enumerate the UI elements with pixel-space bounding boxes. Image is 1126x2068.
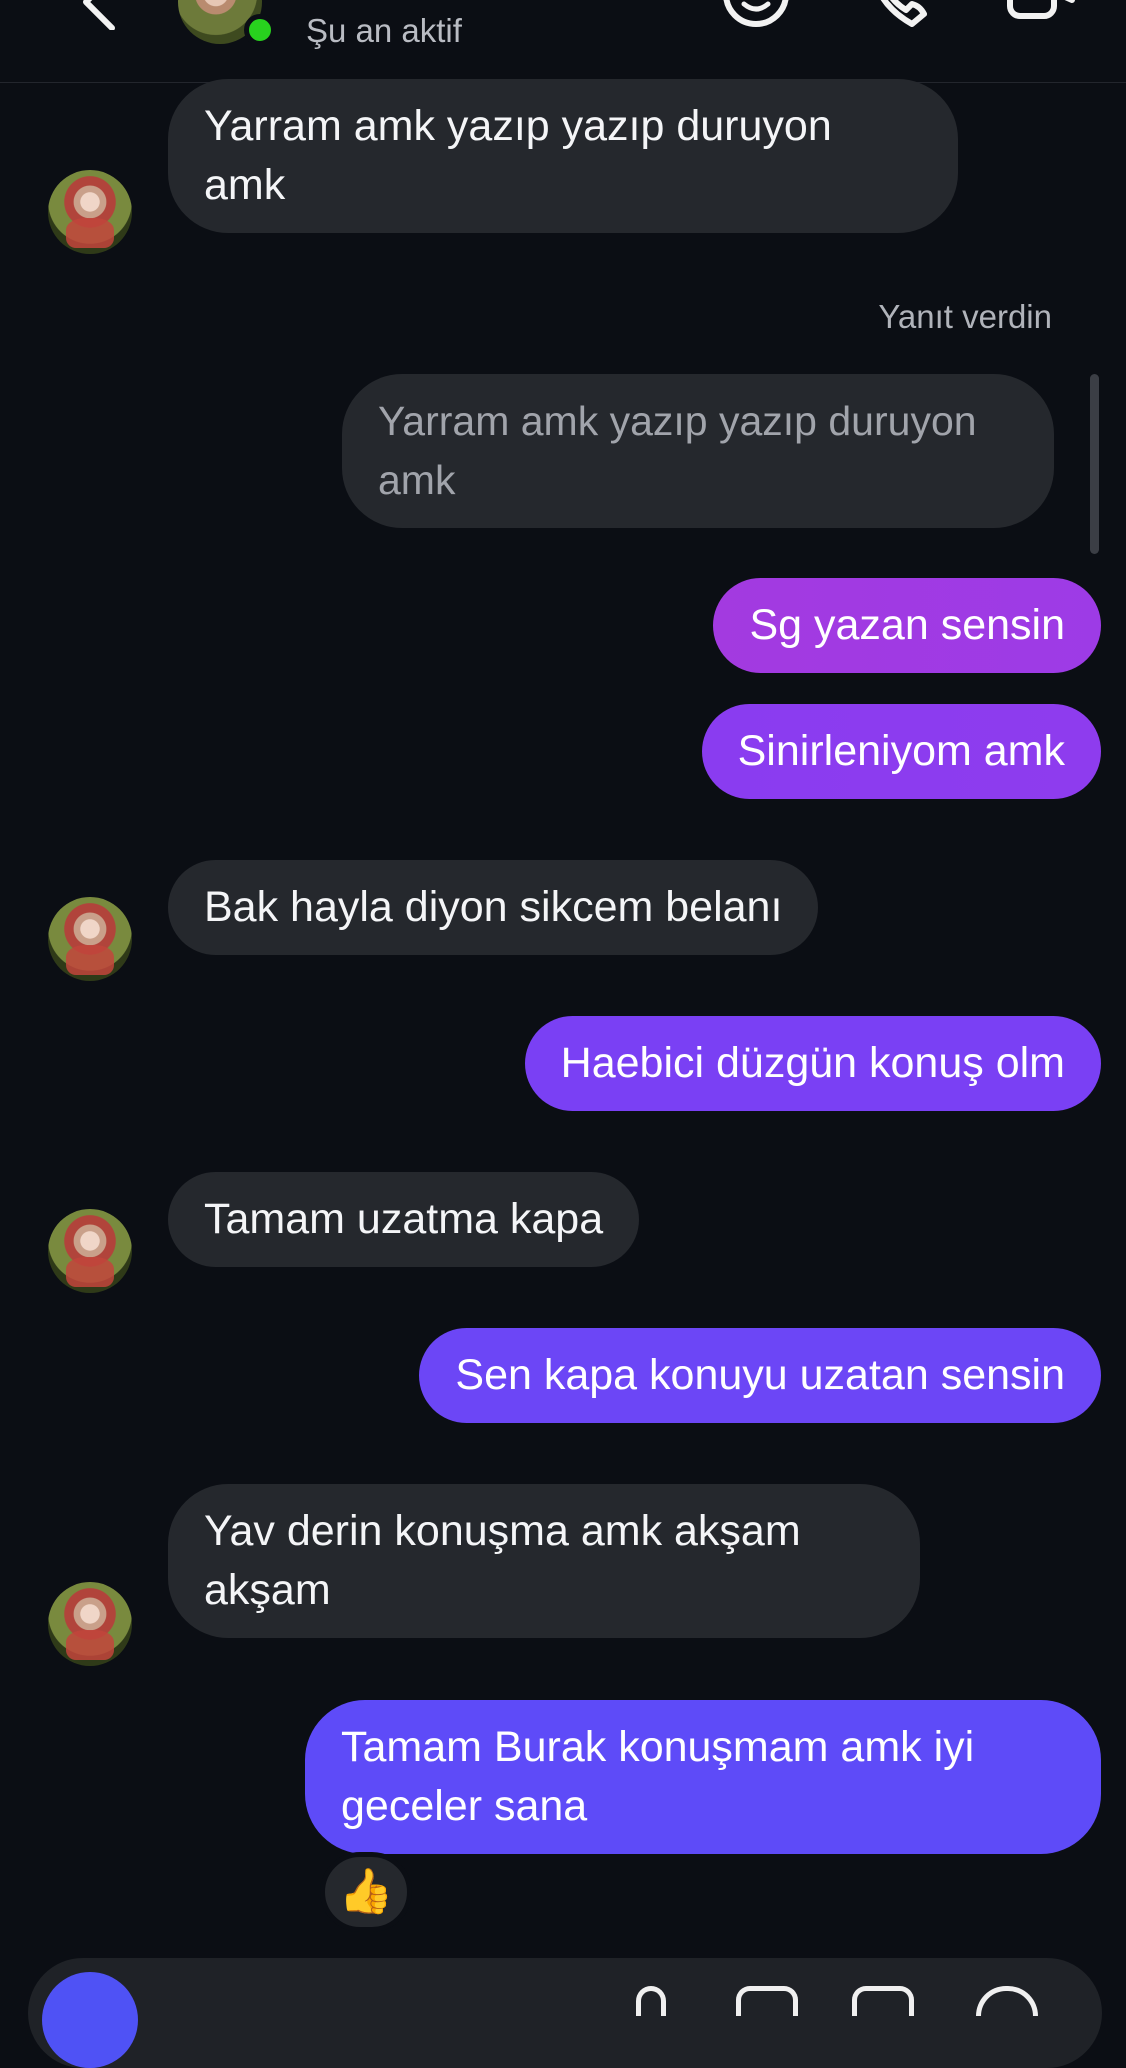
incoming-message[interactable]: Bak hayla diyon sikcem belanı xyxy=(168,860,819,955)
incoming-message[interactable]: Tamam uzatma kapa xyxy=(168,1172,640,1267)
contact-avatar-small[interactable] xyxy=(48,1209,132,1293)
microphone-icon[interactable] xyxy=(636,1986,666,2016)
chat-header: Şu an aktif xyxy=(0,0,1126,83)
outgoing-message[interactable]: Sinirleniyom amk xyxy=(701,704,1101,799)
back-chevron-icon[interactable] xyxy=(66,0,126,31)
sticker-icon[interactable] xyxy=(852,1986,914,2016)
thumbs-up-reaction[interactable]: 👍 xyxy=(320,1852,412,1932)
message-composer[interactable] xyxy=(28,1958,1102,2068)
sticker-face-icon[interactable] xyxy=(716,0,796,30)
video-call-icon[interactable] xyxy=(996,0,1076,30)
gallery-icon[interactable] xyxy=(736,1986,798,2016)
incoming-message[interactable]: Yav derin konuşma amk akşam akşam xyxy=(168,1484,920,1638)
contact-avatar-small[interactable] xyxy=(48,170,132,254)
outgoing-message[interactable]: Sg yazan sensin xyxy=(713,578,1101,673)
quoted-message[interactable]: Yarram amk yazıp yazıp duruyon amk xyxy=(342,374,1054,528)
outgoing-message[interactable]: Haebici düzgün konuş olm xyxy=(524,1016,1101,1111)
phone-call-icon[interactable] xyxy=(866,0,946,30)
outgoing-message[interactable]: Tamam Burak konuşmam amk iyi geceler san… xyxy=(305,1700,1101,1854)
contact-avatar-small[interactable] xyxy=(48,1582,132,1666)
incoming-message[interactable]: Yarram amk yazıp yazıp duruyon amk xyxy=(168,79,958,233)
active-status-dot xyxy=(244,14,276,46)
camera-icon[interactable] xyxy=(42,1972,138,2068)
scrollbar[interactable] xyxy=(1090,374,1099,554)
outgoing-message[interactable]: Sen kapa konuyu uzatan sensin xyxy=(419,1328,1101,1423)
contact-avatar-small[interactable] xyxy=(48,897,132,981)
reply-label: Yanıt verdin xyxy=(878,298,1052,335)
active-status-text: Şu an aktif xyxy=(306,12,462,49)
